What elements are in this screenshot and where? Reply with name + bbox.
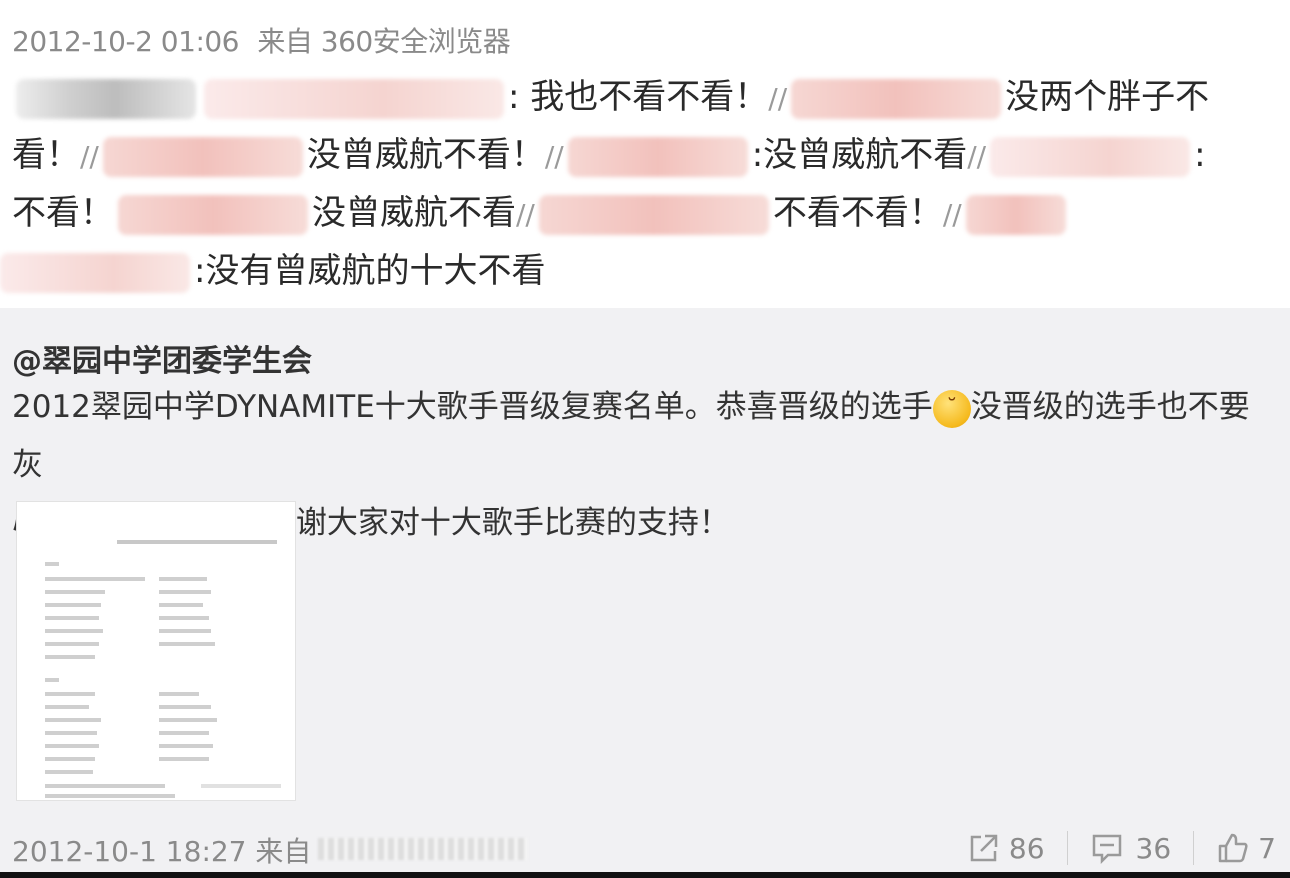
doc-line <box>45 642 99 646</box>
comment-text: 没曾威航不看！ <box>306 135 545 175</box>
doc-line <box>159 718 217 722</box>
doc-line <box>45 655 95 659</box>
post-image-thumbnail[interactable] <box>16 501 296 801</box>
blurred-source-app <box>318 838 528 860</box>
comment-text: 没曾威航不看 <box>312 193 516 233</box>
doc-line <box>45 577 145 581</box>
doc-line <box>45 784 165 788</box>
thumbs-up-icon <box>1216 831 1250 865</box>
bottom-border <box>0 872 1290 878</box>
repost-line-4: :没有曾威航的十大不看 <box>0 242 1282 300</box>
repost-line-2: 看！//没曾威航不看！//:没曾威航不看//: <box>12 126 1282 184</box>
comment-text: :没有曾威航的十大不看 <box>194 251 546 291</box>
blurred-username <box>0 252 190 293</box>
doc-line <box>45 731 97 735</box>
original-author-link[interactable]: @翠园中学团委学生会 <box>12 336 312 380</box>
doc-line <box>45 705 89 709</box>
comment-text: : 我也不看不看！ <box>508 77 769 117</box>
repost-line-1: : 我也不看不看！// 没两个胖子不 <box>12 68 1282 126</box>
doc-line <box>159 692 199 696</box>
doc-line <box>45 562 59 566</box>
doc-line <box>45 757 95 761</box>
doc-line <box>159 603 203 607</box>
doc-line <box>159 577 207 581</box>
post-text: 2012翠园中学DYNAMITE十大歌手晋级复赛名单。恭喜晋级的选手 <box>12 389 933 425</box>
blurred-username <box>204 78 504 119</box>
original-source: 来自 <box>255 835 312 868</box>
repost-separator: // <box>967 140 987 173</box>
comment-text: 不看不看！ <box>772 193 943 233</box>
repost-source: 来自 360安全浏览器 <box>257 25 511 58</box>
repost-separator: // <box>768 82 788 115</box>
doc-line <box>45 770 93 774</box>
original-timestamp[interactable]: 2012-10-1 18:27 <box>12 835 247 868</box>
doc-line <box>159 590 211 594</box>
repost-separator: // <box>516 198 535 231</box>
doc-line <box>45 678 59 682</box>
doc-line <box>159 731 209 735</box>
blurred-username <box>538 194 769 235</box>
comment-text: 没两个胖子不 <box>1005 77 1210 117</box>
blurred-username <box>16 78 196 119</box>
doc-line <box>159 629 211 633</box>
doc-line <box>45 794 175 798</box>
repost-separator: // <box>942 198 962 231</box>
doc-line <box>45 616 99 620</box>
repost-separator: // <box>544 140 564 173</box>
original-post: @翠园中学团委学生会 2012翠园中学DYNAMITE十大歌手晋级复赛名单。恭喜… <box>0 308 1290 878</box>
comment-count: 36 <box>1135 831 1172 865</box>
comment-text: :没曾威航不看 <box>751 135 968 175</box>
comment-text: 不看！ <box>12 193 114 233</box>
doc-line <box>45 590 105 594</box>
like-count: 7 <box>1258 831 1276 865</box>
repost-chain-text: : 我也不看不看！//没两个胖子不 看！//没曾威航不看！//:没曾威航不看//… <box>0 68 1282 300</box>
doc-line <box>159 744 213 748</box>
blurred-username <box>118 194 308 235</box>
doc-line <box>45 744 99 748</box>
original-meta: 2012-10-1 18:27 来自 <box>12 830 311 870</box>
blurred-username <box>990 136 1191 177</box>
repost-separator: // <box>80 140 99 173</box>
watermark-mark <box>201 784 281 788</box>
repost-meta: 2012-10-2 01:06 来自 360安全浏览器 <box>12 20 511 60</box>
repost-line-3: 不看！ 没曾威航不看//不看不看！// <box>12 184 1282 242</box>
comment-button[interactable]: 36 <box>1090 831 1172 865</box>
blurred-username <box>965 194 1066 235</box>
like-button[interactable]: 7 <box>1216 831 1276 865</box>
comment-icon <box>1090 831 1124 865</box>
action-divider <box>1193 831 1195 865</box>
crying-face-icon: ˘ <box>932 389 971 428</box>
doc-line <box>45 603 101 607</box>
document-title-line <box>117 540 277 544</box>
blurred-username <box>791 78 1002 119</box>
action-divider <box>1066 831 1068 865</box>
doc-line <box>159 705 211 709</box>
doc-line <box>159 642 215 646</box>
doc-line <box>45 718 101 722</box>
repost-timestamp[interactable]: 2012-10-2 01:06 <box>12 25 240 58</box>
doc-line <box>45 692 95 696</box>
doc-line <box>159 616 209 620</box>
comment-text: : <box>1194 135 1206 175</box>
blurred-username <box>102 136 303 177</box>
original-post-footer: 2012-10-1 18:27 来自 86 36 7 <box>0 818 1290 878</box>
comment-text: 看！ <box>12 135 80 175</box>
blurred-username <box>567 136 748 177</box>
doc-line <box>45 629 103 633</box>
post-actions: 86 36 7 <box>967 828 1276 868</box>
doc-line <box>159 757 209 761</box>
repost-icon <box>967 831 1001 865</box>
repost-count: 86 <box>1008 831 1045 865</box>
repost-button[interactable]: 86 <box>967 831 1045 865</box>
